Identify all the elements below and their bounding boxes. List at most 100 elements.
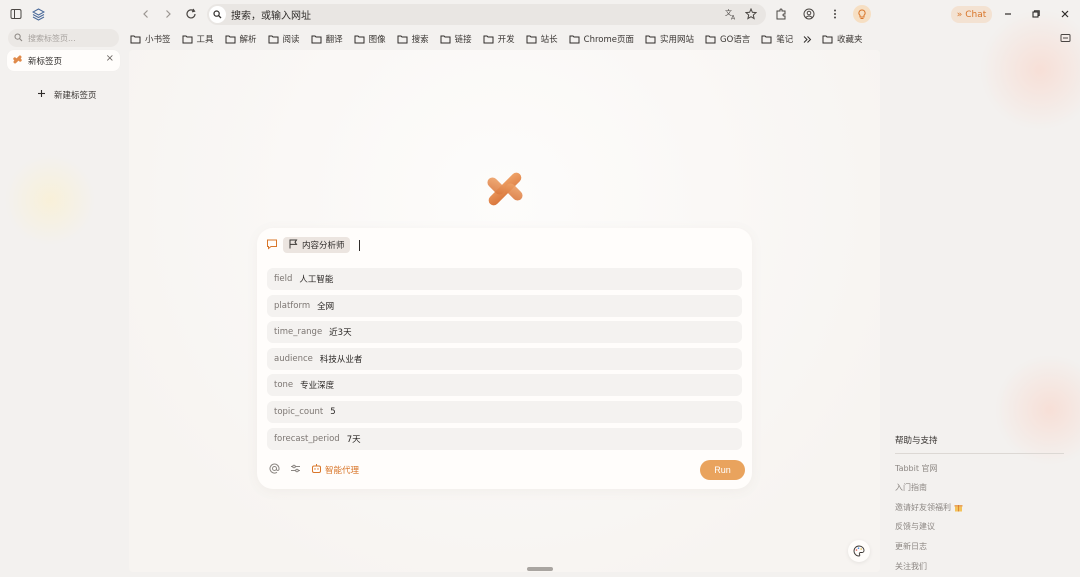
extensions-icon[interactable]: [775, 8, 787, 20]
bookmark-label: GO语言: [720, 35, 751, 45]
folder-icon: [268, 35, 279, 44]
svg-text:A: A: [731, 15, 736, 21]
help-link[interactable]: 邀请好友领福利: [895, 502, 1064, 513]
role-tag[interactable]: 内容分析师: [283, 237, 350, 253]
help-link[interactable]: 反馈与建议: [895, 521, 1064, 532]
flag-icon: [288, 239, 298, 252]
mention-icon[interactable]: [269, 463, 280, 477]
forward-icon[interactable]: [163, 9, 173, 19]
bookmark-folder[interactable]: 阅读: [268, 33, 300, 45]
search-icon: [209, 6, 226, 23]
bookmark-folder[interactable]: 小书签: [130, 33, 171, 45]
help-link-label: 更新日志: [895, 541, 927, 551]
run-button[interactable]: Run: [700, 460, 745, 480]
settings-sliders-icon[interactable]: [290, 463, 301, 477]
chat-bubble-icon[interactable]: [266, 238, 278, 253]
bookmark-label: 站长: [540, 35, 558, 45]
parameter-key: audience: [274, 353, 313, 364]
bookmark-folder[interactable]: Chrome页面: [569, 33, 634, 45]
parameter-key: time_range: [274, 327, 323, 338]
more-menu-icon[interactable]: [829, 8, 841, 20]
tab-new-tab[interactable]: 新标签页 ×: [7, 50, 120, 71]
close-tab-icon[interactable]: ×: [106, 53, 114, 64]
minimize-icon[interactable]: [1003, 9, 1013, 19]
tab-search-field[interactable]: 搜索标签页...: [8, 29, 119, 47]
parameter-value[interactable]: 人工智能: [299, 273, 333, 285]
bookmark-label: 搜索: [411, 35, 429, 45]
bookmark-folder[interactable]: 链接: [440, 33, 472, 45]
help-link[interactable]: 入门指南: [895, 482, 1064, 493]
bookmark-star-icon[interactable]: [745, 8, 757, 20]
parameter-row[interactable]: field 人工智能: [267, 268, 742, 290]
text-cursor[interactable]: [358, 239, 360, 251]
bookmark-folder[interactable]: 图像: [354, 33, 386, 45]
close-window-icon[interactable]: [1060, 9, 1070, 19]
tab-search-placeholder: 搜索标签页...: [28, 33, 76, 43]
plus-icon: [37, 89, 46, 101]
bookmarks-overflow-icon[interactable]: [803, 31, 812, 47]
parameter-row[interactable]: topic_count 5: [267, 400, 742, 423]
bookmark-folder[interactable]: 实用网站: [645, 33, 694, 45]
parameter-row[interactable]: forecast_period 7天: [267, 427, 742, 450]
side-panel-icon[interactable]: [1060, 33, 1071, 43]
folder-icon: [526, 35, 537, 44]
bookmark-folder[interactable]: 解析: [225, 33, 257, 45]
parameter-row[interactable]: time_range 近3天: [267, 321, 742, 344]
parameter-value[interactable]: 近3天: [329, 326, 351, 338]
active-tab-label: 新标签页: [28, 56, 63, 67]
help-link-label: 反馈与建议: [895, 522, 935, 532]
bookmark-label: 解析: [239, 35, 257, 45]
parameter-value[interactable]: 科技从业者: [320, 353, 363, 365]
folder-icon: [397, 35, 408, 44]
bookmark-label: Chrome页面: [583, 35, 634, 45]
bookmark-folder[interactable]: 工具: [182, 33, 214, 45]
theme-palette-icon[interactable]: [848, 540, 870, 562]
chat-button-label: Chat: [965, 9, 987, 20]
parameter-key: platform: [274, 300, 311, 311]
bookmark-folder[interactable]: 翻译: [311, 33, 343, 45]
chat-arrows-icon: »: [956, 9, 963, 20]
smart-agent-button[interactable]: 智能代理: [311, 463, 359, 477]
folder-icon: [130, 35, 141, 44]
parameter-row[interactable]: tone 专业深度: [267, 374, 742, 397]
bookmark-label: 链接: [454, 35, 472, 45]
parameter-value[interactable]: 5: [330, 407, 335, 417]
bookmark-folder[interactable]: 搜索: [397, 33, 429, 45]
help-link[interactable]: 关注我们: [895, 561, 1064, 572]
top-bar: 搜索，或输入网址 文A » Chat: [0, 0, 1080, 29]
help-link[interactable]: Tabbit 官网: [895, 463, 1064, 474]
lightbulb-icon[interactable]: [853, 5, 871, 23]
parameter-row[interactable]: audience 科技从业者: [267, 347, 742, 370]
panel-resize-handle[interactable]: [527, 567, 553, 571]
address-input[interactable]: 搜索，或输入网址: [231, 7, 311, 22]
parameter-row[interactable]: platform 全网: [267, 294, 742, 317]
tabbit-logo-icon: [12, 54, 23, 68]
chat-button[interactable]: » Chat: [951, 6, 992, 23]
help-link[interactable]: 更新日志: [895, 541, 1064, 552]
folder-icon: [311, 35, 322, 44]
translate-icon[interactable]: 文A: [725, 8, 737, 20]
folder-icon: [761, 35, 772, 44]
prompt-card-header: 内容分析师: [266, 237, 360, 253]
parameter-value[interactable]: 全网: [317, 300, 334, 312]
account-icon[interactable]: [803, 8, 815, 20]
restore-icon[interactable]: [1031, 9, 1041, 19]
sidebar-toggle-icon[interactable]: [10, 8, 22, 20]
bookmark-label: 小书签: [145, 35, 171, 45]
bookmark-folder[interactable]: 笔记: [761, 33, 793, 45]
reload-icon[interactable]: [185, 8, 197, 20]
bookmark-folder[interactable]: 开发: [483, 33, 515, 45]
bookmark-folder[interactable]: GO语言: [705, 33, 750, 45]
address-bar[interactable]: 搜索，或输入网址: [207, 4, 766, 25]
back-icon[interactable]: [141, 9, 151, 19]
folder-icon: [822, 35, 833, 44]
bookmark-favorites[interactable]: 收藏夹: [822, 31, 863, 47]
help-link-label: 关注我们: [895, 561, 927, 571]
parameter-value[interactable]: 7天: [347, 433, 361, 445]
new-tab-button[interactable]: 新建标签页: [37, 89, 97, 101]
new-tab-page: 内容分析师 field 人工智能 platform 全网 time_range 近3天 au…: [129, 50, 880, 572]
bookmark-folder[interactable]: 站长: [526, 33, 558, 45]
parameter-value[interactable]: 专业深度: [300, 379, 334, 391]
layers-icon[interactable]: [32, 8, 45, 21]
tabbit-logo: [482, 166, 528, 215]
